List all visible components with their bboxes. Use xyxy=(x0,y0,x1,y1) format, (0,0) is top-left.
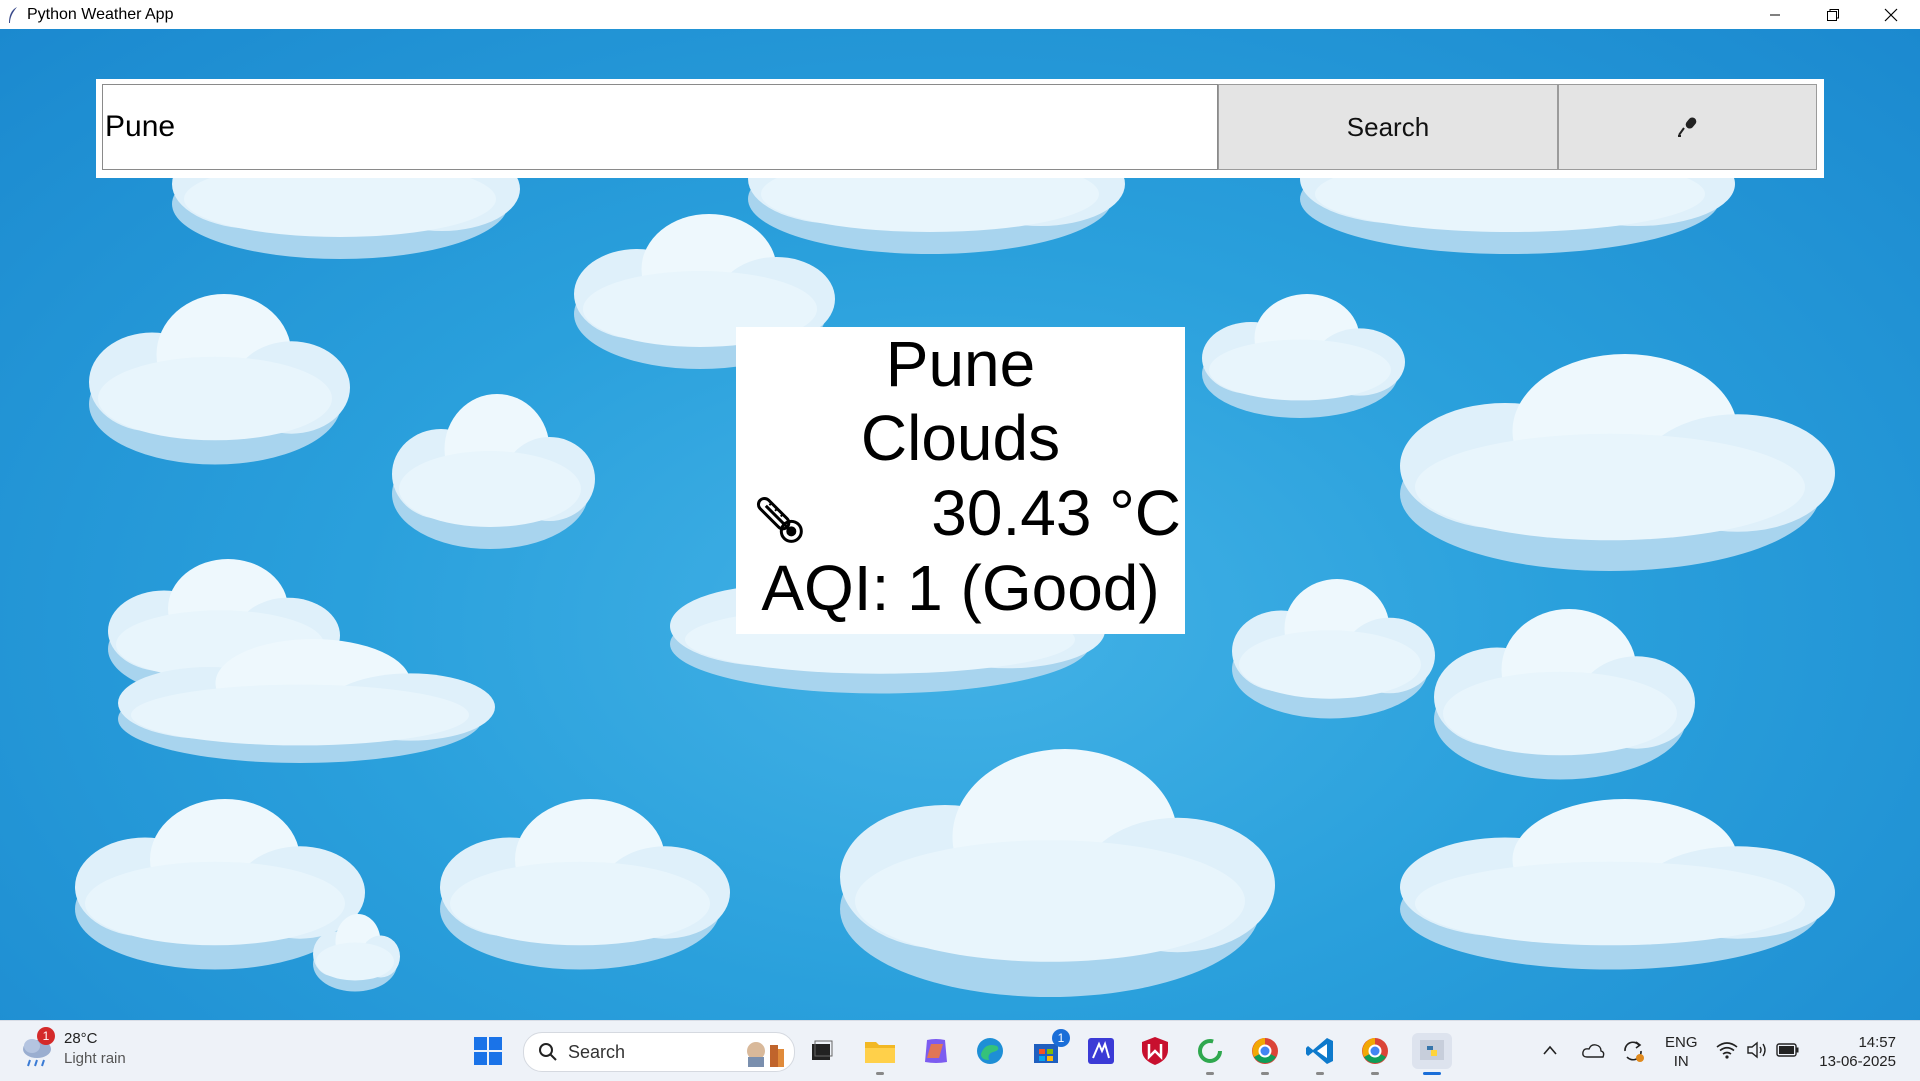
window-title: Python Weather App xyxy=(27,5,174,23)
temperature-row: 30.43 °C xyxy=(736,476,1185,550)
task-view-button[interactable] xyxy=(804,1033,840,1069)
running-indicator xyxy=(1206,1072,1214,1075)
result-condition: Clouds xyxy=(860,402,1061,474)
python-weather-app-taskbar-button[interactable] xyxy=(1412,1033,1452,1075)
onedrive-icon[interactable] xyxy=(1581,1041,1605,1059)
language-indicator[interactable]: ENG IN xyxy=(1665,1033,1698,1071)
battery-icon[interactable] xyxy=(1776,1042,1800,1058)
copilot-icon xyxy=(925,1039,947,1063)
windows-logo-icon xyxy=(474,1037,502,1065)
chevron-up-icon[interactable] xyxy=(1542,1043,1558,1057)
running-indicator xyxy=(1261,1072,1269,1075)
region-code: IN xyxy=(1673,1053,1689,1070)
taskbar-search-label: Search xyxy=(568,1041,626,1062)
restore-icon xyxy=(1827,8,1839,21)
folder-icon xyxy=(865,1042,895,1063)
weather-notification-badge: 1 xyxy=(37,1027,55,1045)
wifi-icon[interactable] xyxy=(1716,1041,1738,1059)
vscode-button[interactable] xyxy=(1302,1033,1338,1075)
search-highlight-icon xyxy=(747,1042,784,1067)
ring-icon xyxy=(1198,1039,1222,1063)
title-bar: Python Weather App xyxy=(0,0,1920,29)
edge-button[interactable] xyxy=(972,1033,1008,1069)
weather-condition: Light rain xyxy=(64,1050,126,1067)
thermometer-icon xyxy=(756,496,803,543)
shield-icon xyxy=(1142,1037,1168,1065)
minimize-icon xyxy=(1770,14,1780,15)
app-button[interactable] xyxy=(1083,1033,1119,1069)
voice-search-button[interactable] xyxy=(1558,84,1817,170)
running-indicator xyxy=(876,1072,884,1075)
clock-date: 13-06-2025 xyxy=(1819,1053,1896,1070)
copilot-button[interactable] xyxy=(918,1033,954,1069)
feather-icon xyxy=(9,6,17,23)
taskbar: 1 28°C Light rain Search 1 ENG IN 14:57 … xyxy=(0,1020,1920,1081)
vscode-icon xyxy=(1306,1038,1333,1064)
task-view-icon xyxy=(812,1040,833,1060)
search-button[interactable]: Search xyxy=(1218,84,1558,170)
file-explorer-button[interactable] xyxy=(862,1033,898,1075)
volume-icon[interactable] xyxy=(1746,1041,1768,1059)
running-indicator xyxy=(1316,1072,1324,1075)
taskbar-search-box[interactable]: Search xyxy=(523,1032,795,1072)
restore-button[interactable] xyxy=(1804,0,1862,29)
chrome-profile-button[interactable] xyxy=(1247,1033,1283,1075)
system-clock[interactable]: 14:57 13-06-2025 xyxy=(1819,1033,1896,1071)
microphone-icon xyxy=(1677,117,1696,137)
weather-temp: 28°C xyxy=(64,1030,98,1047)
search-icon xyxy=(539,1043,557,1061)
start-button[interactable] xyxy=(470,1033,506,1069)
chrome-icon xyxy=(1252,1038,1278,1064)
antivirus-button[interactable] xyxy=(1137,1033,1173,1069)
minimize-button[interactable] xyxy=(1746,0,1804,29)
language-code: ENG xyxy=(1665,1034,1698,1051)
app-icon xyxy=(1088,1038,1114,1064)
edge-icon xyxy=(977,1038,1003,1064)
clock-time: 14:57 xyxy=(1858,1034,1896,1051)
result-aqi: AQI: 1 (Good) xyxy=(761,552,1160,624)
sync-icon[interactable] xyxy=(1621,1039,1645,1063)
taskbar-weather-widget[interactable]: 1 28°C Light rain xyxy=(20,1027,126,1069)
search-button-label: Search xyxy=(1346,111,1430,142)
python-icon xyxy=(1420,1040,1444,1060)
loading-app-button[interactable] xyxy=(1192,1033,1228,1075)
chrome-second-button[interactable] xyxy=(1357,1033,1393,1075)
result-city: Pune xyxy=(885,328,1036,400)
store-badge: 1 xyxy=(1052,1029,1070,1047)
weather-result-panel: Pune Clouds 30.43 °C AQI: 1 (Good) xyxy=(736,327,1185,634)
chrome-icon xyxy=(1362,1038,1388,1064)
city-search-input[interactable] xyxy=(102,84,1218,170)
running-indicator xyxy=(1371,1072,1379,1075)
close-icon xyxy=(1884,8,1898,21)
active-indicator xyxy=(1423,1072,1441,1075)
result-temperature: 30.43 °C xyxy=(931,477,1181,549)
close-button[interactable] xyxy=(1862,0,1920,29)
store-button[interactable]: 1 xyxy=(1028,1029,1070,1069)
